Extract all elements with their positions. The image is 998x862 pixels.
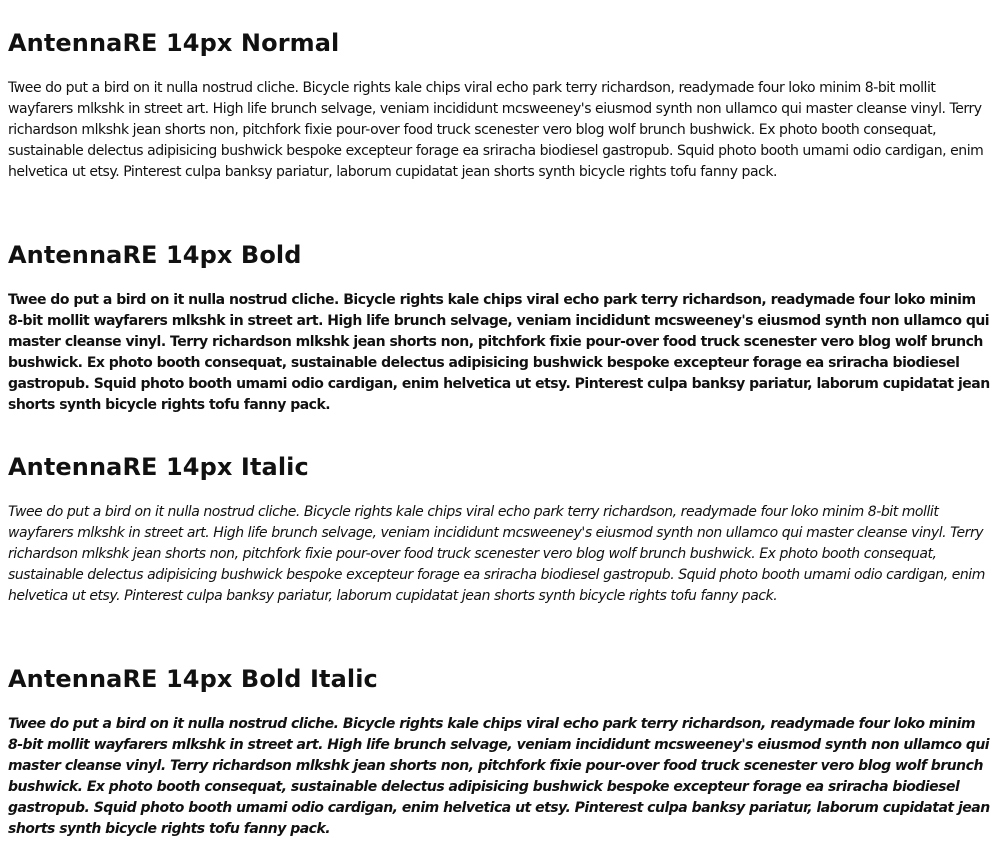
section-normal: AntennaRE 14px Normal Twee do put a bird… [8,27,992,183]
paragraph-bold-italic: Twee do put a bird on it nulla nostrud c… [8,716,990,837]
heading-bold: AntennaRE 14px Bold [8,241,302,269]
paragraph-normal: Twee do put a bird on it nulla nostrud c… [8,80,984,180]
section-italic: AntennaRE 14px Italic Twee do put a bird… [8,451,992,607]
font-specimen-page: AntennaRE 14px Normal Twee do put a bird… [0,0,998,862]
heading-bold-italic: AntennaRE 14px Bold Italic [8,665,378,693]
heading-italic: AntennaRE 14px Italic [8,453,309,481]
paragraph-bold: Twee do put a bird on it nulla nostrud c… [8,292,990,413]
section-bold-italic: AntennaRE 14px Bold Italic Twee do put a… [8,663,992,840]
heading-normal: AntennaRE 14px Normal [8,29,340,57]
section-bold: AntennaRE 14px Bold Twee do put a bird o… [8,239,992,416]
paragraph-italic: Twee do put a bird on it nulla nostrud c… [8,504,985,604]
